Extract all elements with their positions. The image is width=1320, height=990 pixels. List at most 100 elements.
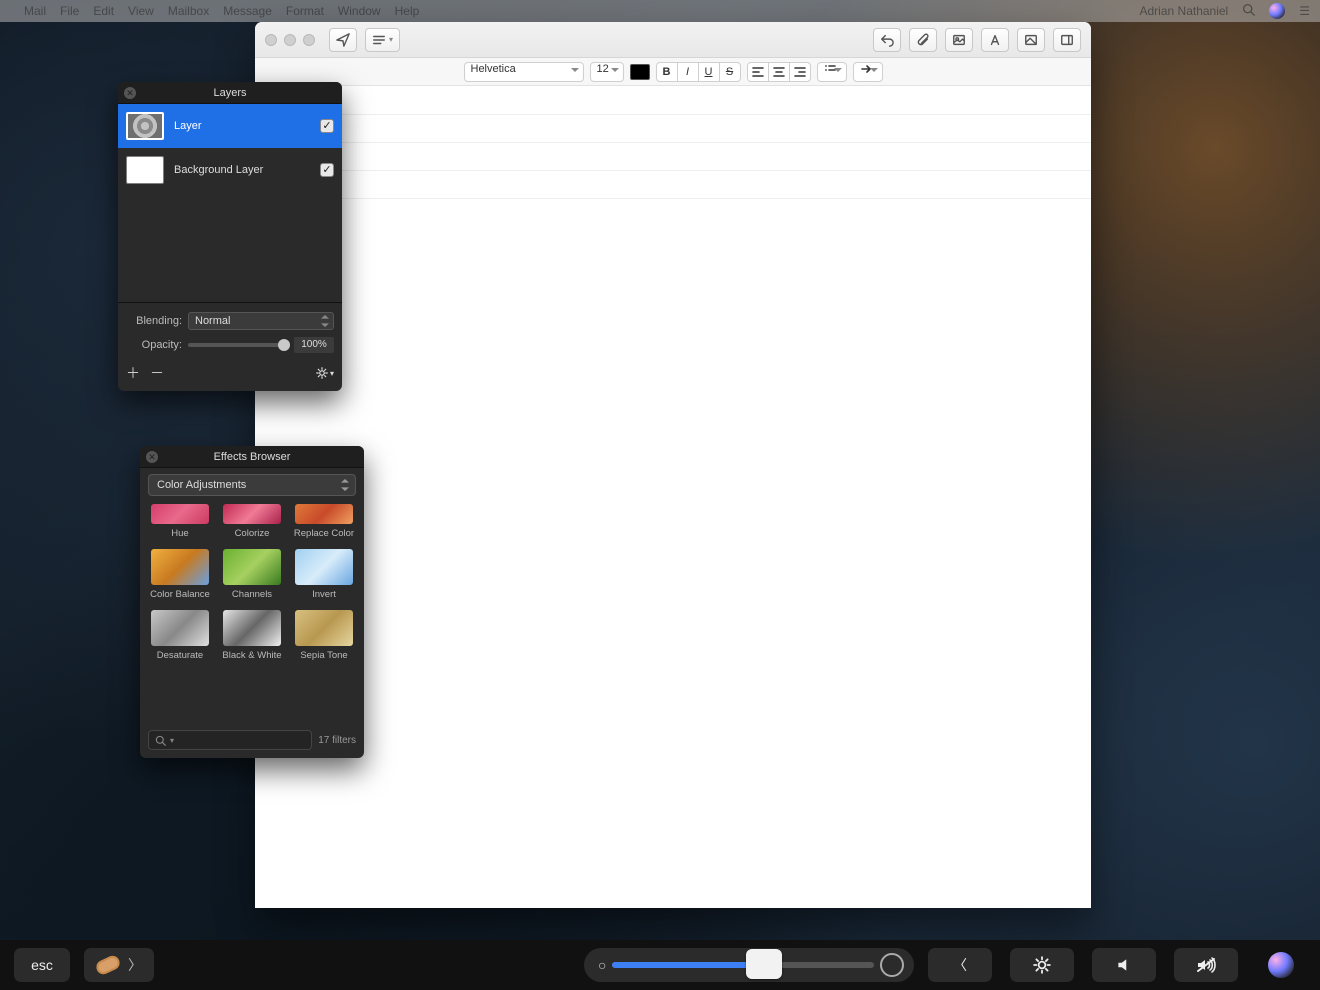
undo-button[interactable]: [873, 28, 901, 52]
layer-thumbnail: [126, 156, 164, 184]
effects-browser-panel: ✕ Effects Browser Color Adjustments Hue C…: [140, 446, 364, 758]
bold-button[interactable]: B: [656, 62, 678, 82]
spotlight-icon[interactable]: [1242, 3, 1255, 19]
siri-icon[interactable]: [1269, 3, 1285, 19]
menu-file[interactable]: File: [60, 4, 79, 18]
effect-thumbnail: [223, 549, 281, 585]
large-circle-icon: [880, 953, 904, 977]
header-fields-button[interactable]: ▾: [365, 28, 400, 52]
touch-bar: esc 〉 ○ 〈: [0, 940, 1320, 990]
effect-label: Invert: [312, 589, 336, 600]
effect-thumbnail: [151, 610, 209, 646]
menu-help[interactable]: Help: [395, 4, 420, 18]
search-icon: [155, 735, 166, 746]
layer-visibility-checkbox[interactable]: ✓: [320, 119, 334, 133]
menubar-user[interactable]: Adrian Nathaniel: [1140, 4, 1229, 18]
layer-name-label: Layer: [174, 120, 310, 132]
layer-row[interactable]: Layer ✓: [118, 104, 342, 148]
effect-item[interactable]: Channels: [220, 549, 284, 600]
underline-button[interactable]: U: [698, 62, 720, 82]
effect-thumbnail: [295, 549, 353, 585]
send-button[interactable]: [329, 28, 357, 52]
menubar: Mail File Edit View Mailbox Message Form…: [0, 0, 1320, 22]
effect-item[interactable]: Replace Color: [292, 504, 356, 539]
align-center-button[interactable]: [768, 62, 790, 82]
menubar-hamburger-icon[interactable]: ☰: [1299, 4, 1310, 18]
layers-panel: ✕ Layers Layer ✓ Background Layer ✓ Blendin…: [118, 82, 342, 391]
menu-format[interactable]: Format: [286, 4, 324, 18]
effect-item[interactable]: Invert: [292, 549, 356, 600]
sidebar-toggle-button[interactable]: [1053, 28, 1081, 52]
touchbar-siri-button[interactable]: [1256, 948, 1306, 982]
effects-search-input[interactable]: ▾: [148, 730, 312, 750]
effect-thumbnail: [151, 504, 209, 524]
menu-mailbox[interactable]: Mailbox: [168, 4, 209, 18]
menu-mail[interactable]: Mail: [24, 4, 46, 18]
effect-label: Replace Color: [294, 528, 354, 539]
layers-title: Layers: [213, 87, 246, 99]
layer-visibility-checkbox[interactable]: ✓: [320, 163, 334, 177]
slider-knob[interactable]: [746, 949, 782, 979]
touchbar-app-button[interactable]: 〉: [84, 948, 154, 982]
message-body[interactable]: [255, 86, 1091, 908]
layers-titlebar[interactable]: ✕ Layers: [118, 82, 342, 104]
effects-titlebar[interactable]: ✕ Effects Browser: [140, 446, 364, 468]
menu-edit[interactable]: Edit: [93, 4, 114, 18]
emoji-button[interactable]: [1017, 28, 1045, 52]
effect-item[interactable]: Sepia Tone: [292, 610, 356, 661]
touchbar-esc-key[interactable]: esc: [14, 948, 70, 982]
effect-thumbnail: [295, 610, 353, 646]
window-traffic-lights[interactable]: [265, 34, 315, 46]
blending-value: Normal: [195, 315, 230, 327]
effect-item[interactable]: Desaturate: [148, 610, 212, 661]
close-window[interactable]: [265, 34, 277, 46]
effect-item[interactable]: Black & White: [220, 610, 284, 661]
effect-item[interactable]: Hue: [148, 504, 212, 539]
indent-select[interactable]: [853, 62, 883, 82]
remove-layer-button[interactable]: －: [150, 363, 164, 383]
touchbar-mute-button[interactable]: [1174, 948, 1238, 982]
list-style-select[interactable]: [817, 62, 847, 82]
close-icon[interactable]: ✕: [146, 451, 158, 463]
blending-label: Blending:: [126, 315, 182, 327]
layer-row[interactable]: Background Layer ✓: [118, 148, 342, 192]
strike-button[interactable]: S: [719, 62, 741, 82]
align-right-button[interactable]: [789, 62, 811, 82]
layer-options-button[interactable]: ▾: [316, 367, 334, 379]
touchbar-brightness-button[interactable]: [1010, 948, 1074, 982]
font-size-select[interactable]: 12: [590, 62, 624, 82]
touchbar-volume-button[interactable]: [1092, 948, 1156, 982]
attach-button[interactable]: [909, 28, 937, 52]
menu-message[interactable]: Message: [223, 4, 272, 18]
bandage-icon: [94, 954, 122, 977]
opacity-slider[interactable]: [188, 343, 284, 347]
layer-name-label: Background Layer: [174, 164, 310, 176]
zoom-window[interactable]: [303, 34, 315, 46]
blending-select[interactable]: Normal: [188, 312, 334, 330]
effects-title: Effects Browser: [214, 451, 291, 463]
layers-list: Layer ✓ Background Layer ✓: [118, 104, 342, 192]
siri-icon: [1268, 952, 1294, 978]
effect-item[interactable]: Colorize: [220, 504, 284, 539]
effects-category-value: Color Adjustments: [157, 479, 246, 491]
font-family-value: Helvetica: [471, 63, 516, 75]
photo-browser-button[interactable]: [945, 28, 973, 52]
effects-category-select[interactable]: Color Adjustments: [148, 474, 356, 496]
italic-button[interactable]: I: [677, 62, 699, 82]
font-family-select[interactable]: Helvetica: [464, 62, 584, 82]
menu-view[interactable]: View: [128, 4, 154, 18]
font-size-value: 12: [597, 63, 609, 75]
text-color-swatch[interactable]: [630, 64, 650, 80]
effect-label: Sepia Tone: [300, 650, 347, 661]
effect-item[interactable]: Color Balance: [148, 549, 212, 600]
menu-window[interactable]: Window: [338, 4, 381, 18]
touchbar-collapse-button[interactable]: 〈: [928, 948, 992, 982]
align-left-button[interactable]: [747, 62, 769, 82]
effect-label: Hue: [171, 528, 188, 539]
format-button[interactable]: [981, 28, 1009, 52]
touchbar-slider[interactable]: ○: [584, 948, 914, 982]
layer-thumbnail: [126, 112, 164, 140]
close-icon[interactable]: ✕: [124, 87, 136, 99]
minimize-window[interactable]: [284, 34, 296, 46]
add-layer-button[interactable]: ＋: [126, 363, 140, 383]
